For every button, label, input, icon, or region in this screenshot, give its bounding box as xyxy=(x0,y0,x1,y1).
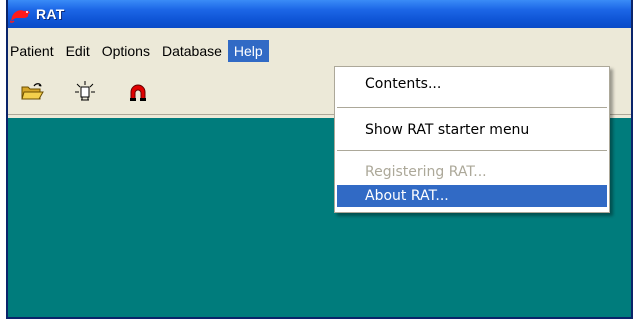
menu-help[interactable]: Help xyxy=(227,40,269,62)
menu-separator xyxy=(337,107,607,108)
open-folder-icon[interactable] xyxy=(18,78,46,106)
lifebuoy-icon[interactable] xyxy=(124,78,152,106)
menu-item-contents[interactable]: Contents... xyxy=(337,73,607,95)
light-bulb-icon[interactable] xyxy=(71,78,99,106)
menu-separator xyxy=(337,150,607,151)
help-dropdown-menu: Contents... Show RAT starter menu Regist… xyxy=(334,66,610,213)
menu-bar: Patient Edit Options Database Help xyxy=(8,40,631,62)
window-title: RAT xyxy=(36,6,65,22)
menu-options[interactable]: Options xyxy=(96,40,156,62)
menu-item-registering: Registering RAT... xyxy=(365,164,487,180)
menu-patient[interactable]: Patient xyxy=(8,40,60,62)
rat-logo-icon xyxy=(10,5,32,23)
menu-item-show-starter-menu[interactable]: Show RAT starter menu xyxy=(337,119,607,141)
menu-item-about[interactable]: About RAT... xyxy=(337,185,607,207)
title-bar[interactable]: RAT xyxy=(8,0,631,28)
menu-database[interactable]: Database xyxy=(156,40,228,62)
menu-edit[interactable]: Edit xyxy=(60,40,96,62)
